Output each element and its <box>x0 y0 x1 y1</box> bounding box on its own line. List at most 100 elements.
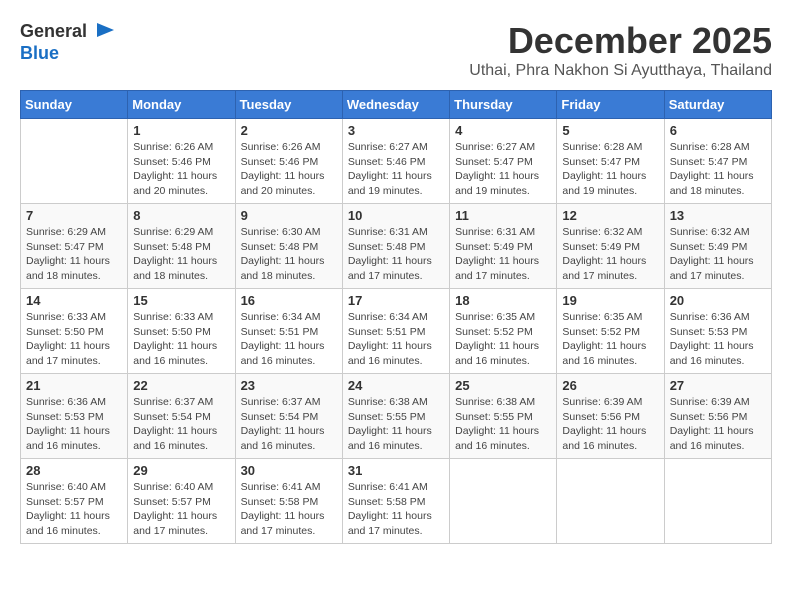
day-detail: Sunrise: 6:29 AMSunset: 5:48 PMDaylight:… <box>133 225 229 284</box>
day-number: 7 <box>26 208 122 223</box>
day-detail: Sunrise: 6:31 AMSunset: 5:49 PMDaylight:… <box>455 225 551 284</box>
day-detail: Sunrise: 6:26 AMSunset: 5:46 PMDaylight:… <box>241 140 337 199</box>
calendar-week-row: 14 Sunrise: 6:33 AMSunset: 5:50 PMDaylig… <box>21 289 772 374</box>
calendar-cell: 6 Sunrise: 6:28 AMSunset: 5:47 PMDayligh… <box>664 119 771 204</box>
day-detail: Sunrise: 6:34 AMSunset: 5:51 PMDaylight:… <box>241 310 337 369</box>
calendar-cell: 16 Sunrise: 6:34 AMSunset: 5:51 PMDaylig… <box>235 289 342 374</box>
day-detail: Sunrise: 6:36 AMSunset: 5:53 PMDaylight:… <box>26 395 122 454</box>
day-number: 1 <box>133 123 229 138</box>
day-detail: Sunrise: 6:28 AMSunset: 5:47 PMDaylight:… <box>670 140 766 199</box>
calendar-cell: 11 Sunrise: 6:31 AMSunset: 5:49 PMDaylig… <box>450 204 557 289</box>
title-area: December 2025 Uthai, Phra Nakhon Si Ayut… <box>469 20 772 80</box>
calendar-header-row: SundayMondayTuesdayWednesdayThursdayFrid… <box>21 91 772 119</box>
calendar-week-row: 1 Sunrise: 6:26 AMSunset: 5:46 PMDayligh… <box>21 119 772 204</box>
day-number: 4 <box>455 123 551 138</box>
day-number: 6 <box>670 123 766 138</box>
day-number: 29 <box>133 463 229 478</box>
day-detail: Sunrise: 6:36 AMSunset: 5:53 PMDaylight:… <box>670 310 766 369</box>
day-number: 10 <box>348 208 444 223</box>
day-detail: Sunrise: 6:41 AMSunset: 5:58 PMDaylight:… <box>241 480 337 539</box>
calendar-cell: 27 Sunrise: 6:39 AMSunset: 5:56 PMDaylig… <box>664 374 771 459</box>
calendar-week-row: 28 Sunrise: 6:40 AMSunset: 5:57 PMDaylig… <box>21 459 772 544</box>
day-detail: Sunrise: 6:33 AMSunset: 5:50 PMDaylight:… <box>26 310 122 369</box>
day-number: 11 <box>455 208 551 223</box>
calendar-cell: 24 Sunrise: 6:38 AMSunset: 5:55 PMDaylig… <box>342 374 449 459</box>
weekday-header-tuesday: Tuesday <box>235 91 342 119</box>
day-number: 13 <box>670 208 766 223</box>
calendar-cell: 29 Sunrise: 6:40 AMSunset: 5:57 PMDaylig… <box>128 459 235 544</box>
calendar-cell: 17 Sunrise: 6:34 AMSunset: 5:51 PMDaylig… <box>342 289 449 374</box>
day-number: 23 <box>241 378 337 393</box>
calendar-cell: 25 Sunrise: 6:38 AMSunset: 5:55 PMDaylig… <box>450 374 557 459</box>
calendar-cell <box>450 459 557 544</box>
calendar-cell: 5 Sunrise: 6:28 AMSunset: 5:47 PMDayligh… <box>557 119 664 204</box>
calendar-cell: 10 Sunrise: 6:31 AMSunset: 5:48 PMDaylig… <box>342 204 449 289</box>
day-detail: Sunrise: 6:37 AMSunset: 5:54 PMDaylight:… <box>241 395 337 454</box>
calendar-cell: 8 Sunrise: 6:29 AMSunset: 5:48 PMDayligh… <box>128 204 235 289</box>
day-detail: Sunrise: 6:31 AMSunset: 5:48 PMDaylight:… <box>348 225 444 284</box>
calendar-cell: 1 Sunrise: 6:26 AMSunset: 5:46 PMDayligh… <box>128 119 235 204</box>
day-detail: Sunrise: 6:38 AMSunset: 5:55 PMDaylight:… <box>455 395 551 454</box>
day-number: 12 <box>562 208 658 223</box>
logo-blue-text: Blue <box>20 43 59 63</box>
weekday-header-friday: Friday <box>557 91 664 119</box>
calendar-cell: 23 Sunrise: 6:37 AMSunset: 5:54 PMDaylig… <box>235 374 342 459</box>
day-detail: Sunrise: 6:28 AMSunset: 5:47 PMDaylight:… <box>562 140 658 199</box>
day-detail: Sunrise: 6:27 AMSunset: 5:47 PMDaylight:… <box>455 140 551 199</box>
day-detail: Sunrise: 6:40 AMSunset: 5:57 PMDaylight:… <box>26 480 122 539</box>
day-detail: Sunrise: 6:33 AMSunset: 5:50 PMDaylight:… <box>133 310 229 369</box>
day-detail: Sunrise: 6:39 AMSunset: 5:56 PMDaylight:… <box>670 395 766 454</box>
calendar-cell: 20 Sunrise: 6:36 AMSunset: 5:53 PMDaylig… <box>664 289 771 374</box>
day-number: 25 <box>455 378 551 393</box>
day-number: 17 <box>348 293 444 308</box>
calendar-cell: 28 Sunrise: 6:40 AMSunset: 5:57 PMDaylig… <box>21 459 128 544</box>
calendar-cell: 14 Sunrise: 6:33 AMSunset: 5:50 PMDaylig… <box>21 289 128 374</box>
month-title: December 2025 <box>469 20 772 62</box>
day-detail: Sunrise: 6:30 AMSunset: 5:48 PMDaylight:… <box>241 225 337 284</box>
calendar-cell <box>21 119 128 204</box>
day-number: 19 <box>562 293 658 308</box>
day-detail: Sunrise: 6:32 AMSunset: 5:49 PMDaylight:… <box>562 225 658 284</box>
calendar-week-row: 7 Sunrise: 6:29 AMSunset: 5:47 PMDayligh… <box>21 204 772 289</box>
day-number: 18 <box>455 293 551 308</box>
day-number: 28 <box>26 463 122 478</box>
day-detail: Sunrise: 6:29 AMSunset: 5:47 PMDaylight:… <box>26 225 122 284</box>
day-number: 9 <box>241 208 337 223</box>
weekday-header-saturday: Saturday <box>664 91 771 119</box>
page-header: General Blue December 2025 Uthai, Phra N… <box>20 20 772 80</box>
weekday-header-sunday: Sunday <box>21 91 128 119</box>
day-detail: Sunrise: 6:32 AMSunset: 5:49 PMDaylight:… <box>670 225 766 284</box>
day-number: 20 <box>670 293 766 308</box>
calendar-cell: 22 Sunrise: 6:37 AMSunset: 5:54 PMDaylig… <box>128 374 235 459</box>
calendar-cell: 12 Sunrise: 6:32 AMSunset: 5:49 PMDaylig… <box>557 204 664 289</box>
day-number: 26 <box>562 378 658 393</box>
weekday-header-monday: Monday <box>128 91 235 119</box>
day-detail: Sunrise: 6:27 AMSunset: 5:46 PMDaylight:… <box>348 140 444 199</box>
calendar-week-row: 21 Sunrise: 6:36 AMSunset: 5:53 PMDaylig… <box>21 374 772 459</box>
day-number: 5 <box>562 123 658 138</box>
logo-flag-icon <box>94 20 118 44</box>
calendar-cell: 15 Sunrise: 6:33 AMSunset: 5:50 PMDaylig… <box>128 289 235 374</box>
day-detail: Sunrise: 6:34 AMSunset: 5:51 PMDaylight:… <box>348 310 444 369</box>
calendar-cell: 7 Sunrise: 6:29 AMSunset: 5:47 PMDayligh… <box>21 204 128 289</box>
day-number: 14 <box>26 293 122 308</box>
day-number: 22 <box>133 378 229 393</box>
calendar-cell: 19 Sunrise: 6:35 AMSunset: 5:52 PMDaylig… <box>557 289 664 374</box>
weekday-header-thursday: Thursday <box>450 91 557 119</box>
weekday-header-wednesday: Wednesday <box>342 91 449 119</box>
calendar-cell <box>664 459 771 544</box>
day-detail: Sunrise: 6:37 AMSunset: 5:54 PMDaylight:… <box>133 395 229 454</box>
calendar-body: 1 Sunrise: 6:26 AMSunset: 5:46 PMDayligh… <box>21 119 772 544</box>
calendar-cell: 18 Sunrise: 6:35 AMSunset: 5:52 PMDaylig… <box>450 289 557 374</box>
calendar-cell: 31 Sunrise: 6:41 AMSunset: 5:58 PMDaylig… <box>342 459 449 544</box>
location-title: Uthai, Phra Nakhon Si Ayutthaya, Thailan… <box>469 62 772 80</box>
day-detail: Sunrise: 6:39 AMSunset: 5:56 PMDaylight:… <box>562 395 658 454</box>
day-detail: Sunrise: 6:38 AMSunset: 5:55 PMDaylight:… <box>348 395 444 454</box>
day-number: 24 <box>348 378 444 393</box>
calendar-cell: 3 Sunrise: 6:27 AMSunset: 5:46 PMDayligh… <box>342 119 449 204</box>
day-number: 27 <box>670 378 766 393</box>
day-number: 8 <box>133 208 229 223</box>
day-number: 30 <box>241 463 337 478</box>
day-detail: Sunrise: 6:26 AMSunset: 5:46 PMDaylight:… <box>133 140 229 199</box>
day-number: 16 <box>241 293 337 308</box>
